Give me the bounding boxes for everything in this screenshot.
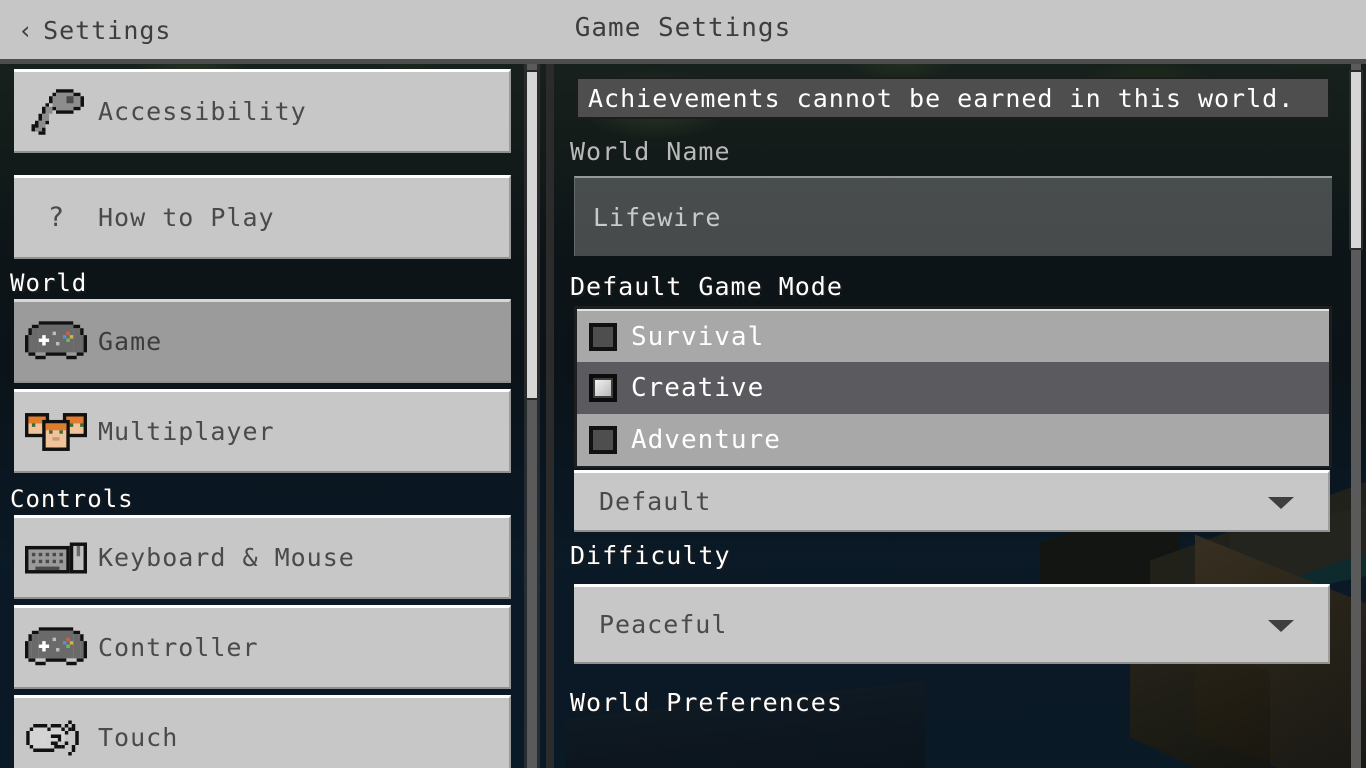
game-mode-option-creative[interactable]: Creative bbox=[577, 362, 1329, 414]
achievement-notice-text: Achievements cannot be earned in this wo… bbox=[588, 83, 1295, 113]
checkbox-checked-icon[interactable] bbox=[589, 374, 617, 402]
touch-hand-icon bbox=[14, 698, 98, 768]
sidebar-scrollbar[interactable] bbox=[524, 64, 540, 768]
game-mode-dropdown[interactable]: Default bbox=[574, 470, 1330, 532]
sidebar-item-touch[interactable]: Touch bbox=[14, 695, 511, 768]
difficulty-dropdown-value: Peaceful bbox=[599, 610, 728, 639]
content-scrollbar-thumb[interactable] bbox=[1349, 70, 1363, 250]
page-title: Game Settings bbox=[574, 13, 792, 43]
key-icon bbox=[14, 72, 98, 151]
difficulty-dropdown[interactable]: Peaceful bbox=[574, 584, 1330, 664]
sidebar-item-keyboard-mouse[interactable]: Keyboard & Mouse bbox=[14, 515, 511, 599]
sidebar-item-how-to-play[interactable]: ? How to Play bbox=[14, 175, 511, 259]
game-settings-panel: Achievements cannot be earned in this wo… bbox=[556, 64, 1350, 768]
sidebar-item-label: How to Play bbox=[98, 203, 275, 232]
sidebar-item-controller[interactable]: Controller bbox=[14, 605, 511, 689]
sidebar-item-label: Accessibility bbox=[98, 97, 307, 126]
default-game-mode-label: Default Game Mode bbox=[570, 272, 843, 301]
sidebar-item-label: Game bbox=[98, 327, 163, 356]
game-mode-label: Creative bbox=[631, 373, 765, 403]
controller-icon bbox=[14, 608, 98, 687]
checkbox-icon[interactable] bbox=[589, 426, 617, 454]
game-mode-label: Survival bbox=[631, 321, 765, 352]
game-mode-label: Adventure bbox=[631, 425, 781, 455]
game-mode-option-survival[interactable]: Survival bbox=[577, 309, 1329, 362]
checkbox-icon[interactable] bbox=[589, 322, 617, 351]
world-name-label: World Name bbox=[570, 137, 731, 166]
sidebar-scrollbar-thumb[interactable] bbox=[525, 70, 539, 400]
settings-sidebar: Accessibility ? How to Play World Game M… bbox=[0, 64, 520, 768]
chevron-down-icon bbox=[1268, 496, 1294, 509]
sidebar-section-world: World bbox=[10, 269, 88, 297]
default-game-mode-options: Survival Creative Adventure bbox=[574, 306, 1332, 468]
top-bar: ‹ Settings Game Settings bbox=[0, 0, 1366, 64]
question-mark-icon: ? bbox=[47, 202, 65, 233]
world-preferences-label: World Preferences bbox=[570, 688, 843, 717]
sidebar-item-accessibility[interactable]: Accessibility bbox=[14, 69, 511, 153]
sidebar-item-game[interactable]: Game bbox=[14, 299, 511, 383]
top-bar-underline bbox=[0, 59, 1366, 64]
achievement-notice-banner: Achievements cannot be earned in this wo… bbox=[576, 77, 1330, 119]
difficulty-label: Difficulty bbox=[570, 541, 731, 570]
sidebar-item-label: Keyboard & Mouse bbox=[98, 543, 355, 572]
sidebar-item-label: Controller bbox=[98, 633, 259, 662]
sidebar-item-label: Multiplayer bbox=[98, 417, 275, 446]
content-scrollbar[interactable] bbox=[1348, 64, 1364, 768]
keyboard-mouse-icon bbox=[14, 518, 98, 597]
world-name-input[interactable]: Lifewire bbox=[574, 176, 1332, 256]
world-name-value: Lifewire bbox=[593, 202, 722, 232]
panel-divider bbox=[546, 64, 554, 768]
sidebar-item-label: Touch bbox=[98, 723, 179, 752]
sidebar-section-controls: Controls bbox=[10, 485, 134, 513]
player-heads-icon bbox=[14, 392, 98, 471]
chevron-down-icon bbox=[1268, 619, 1294, 632]
controller-icon bbox=[14, 302, 98, 381]
game-mode-dropdown-value: Default bbox=[599, 487, 712, 516]
game-mode-option-adventure[interactable]: Adventure bbox=[577, 414, 1329, 466]
sidebar-item-multiplayer[interactable]: Multiplayer bbox=[14, 389, 511, 473]
